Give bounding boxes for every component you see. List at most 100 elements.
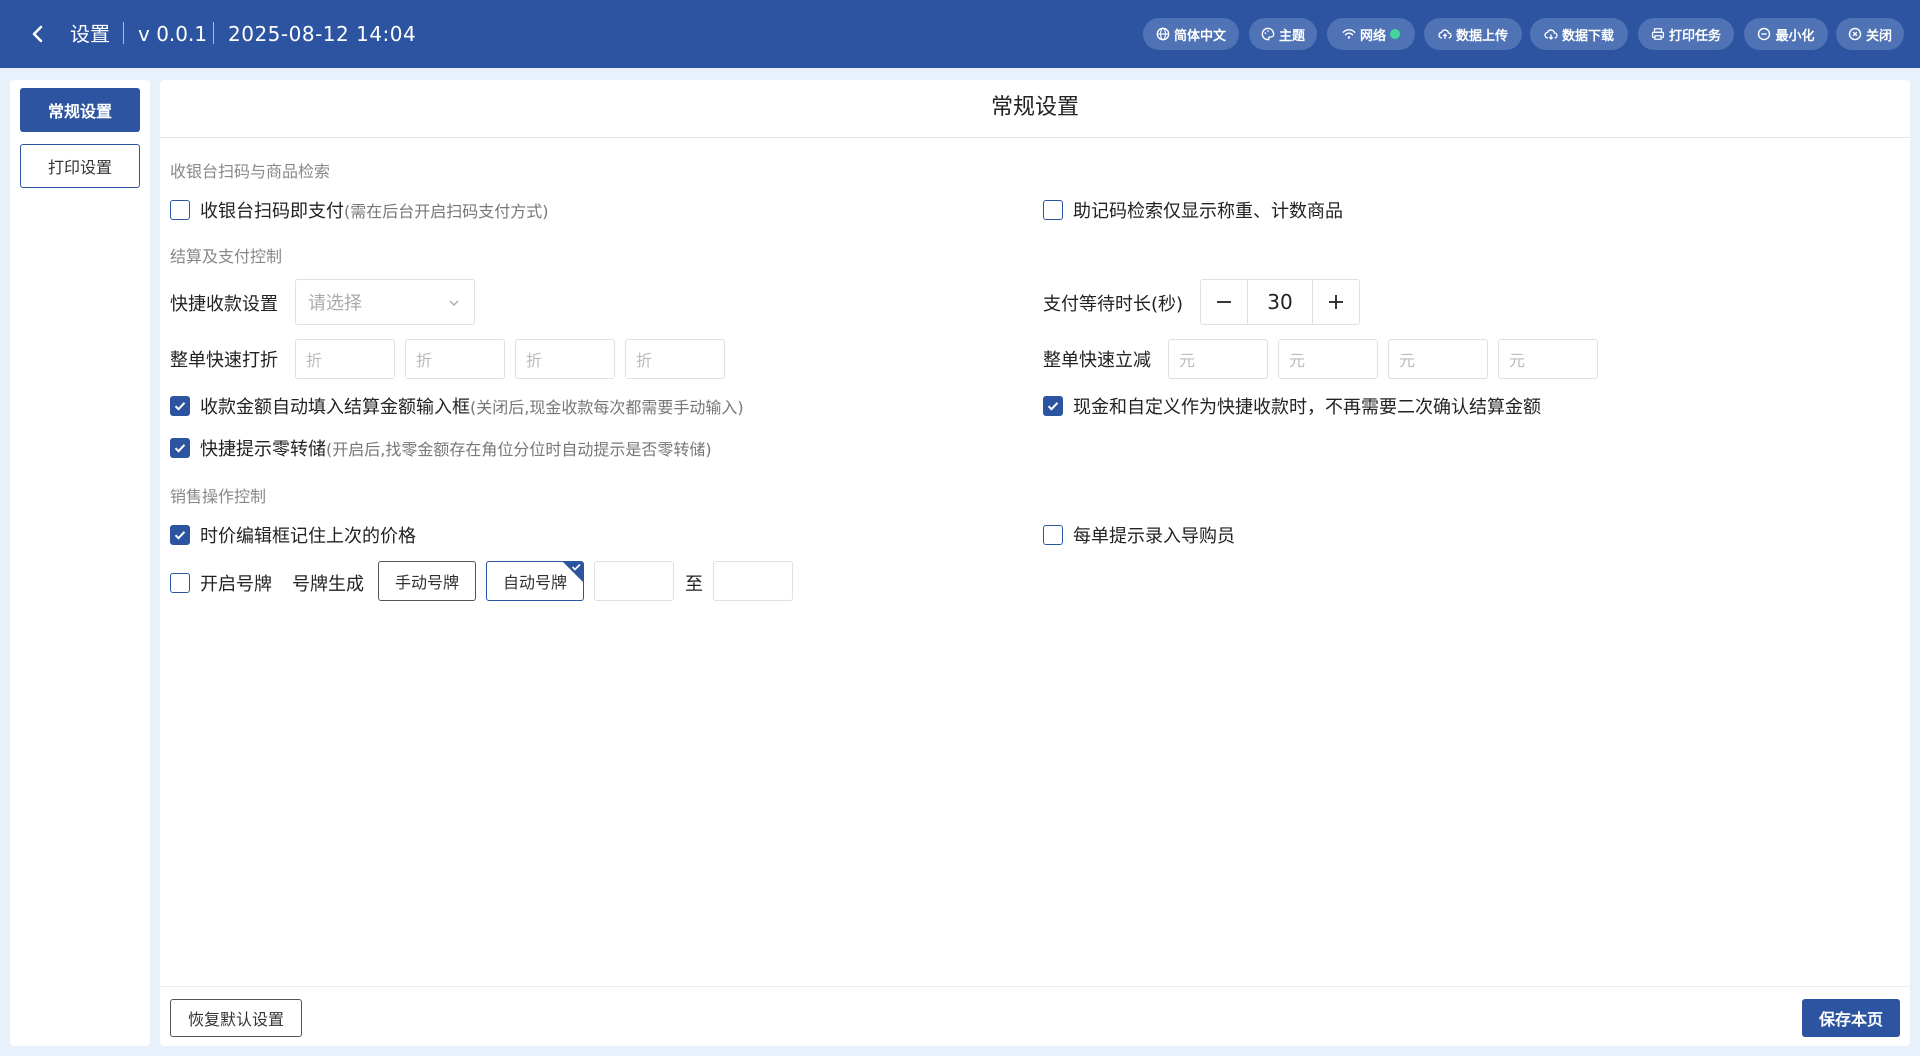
manual-plate-button[interactable]: 手动号牌 bbox=[378, 561, 476, 601]
reset-defaults-button[interactable]: 恢复默认设置 bbox=[170, 999, 302, 1037]
plate-gen-label: 号牌生成 bbox=[292, 574, 364, 595]
language-button[interactable]: 简体中文 bbox=[1143, 18, 1239, 50]
section-heading-checkout: 结算及支付控制 bbox=[170, 247, 283, 266]
checkbox-auto-fill[interactable] bbox=[170, 396, 190, 416]
download-label: 数据下载 bbox=[1561, 28, 1614, 44]
increment-button[interactable] bbox=[1313, 280, 1359, 324]
pay-wait-label: 支付等待时长(秒) bbox=[1043, 294, 1184, 315]
back-button[interactable] bbox=[24, 20, 52, 48]
discount-input[interactable]: 折 bbox=[515, 339, 615, 379]
panel-title: 常规设置 bbox=[160, 80, 1910, 138]
pay-wait-value[interactable]: 30 bbox=[1247, 280, 1313, 324]
theme-label: 主题 bbox=[1278, 28, 1305, 44]
discount-input[interactable]: 折 bbox=[405, 339, 505, 379]
chevron-left-icon bbox=[32, 25, 43, 43]
datetime-label: 2025-08-12 14:04 bbox=[228, 22, 417, 46]
checkbox-remember-price[interactable] bbox=[170, 525, 190, 545]
checkbox-number-plate[interactable] bbox=[170, 573, 190, 593]
checkbox-guide-prompt[interactable] bbox=[1043, 525, 1063, 545]
reduce-input[interactable]: 元 bbox=[1498, 339, 1598, 379]
auto-plate-button[interactable]: 自动号牌 bbox=[486, 561, 584, 601]
minus-icon bbox=[1217, 301, 1231, 303]
page-title: 设置 bbox=[70, 22, 110, 46]
check-icon bbox=[174, 402, 186, 411]
close-label: 关闭 bbox=[1865, 28, 1892, 44]
sidebar-item-print[interactable]: 打印设置 bbox=[20, 144, 140, 188]
palette-icon bbox=[1261, 27, 1275, 41]
select-placeholder: 请选择 bbox=[308, 293, 362, 314]
close-button[interactable]: 关闭 bbox=[1836, 18, 1904, 50]
option-label: 开启号牌 bbox=[200, 574, 272, 595]
pay-wait-stepper: 30 bbox=[1200, 279, 1360, 325]
chevron-down-icon bbox=[449, 300, 459, 306]
option-label: 快捷提示零转储 bbox=[200, 439, 326, 460]
close-icon bbox=[1848, 27, 1862, 41]
option-label: 收款金额自动填入结算金额输入框 bbox=[200, 397, 470, 418]
reduce-input[interactable]: 元 bbox=[1278, 339, 1378, 379]
language-label: 简体中文 bbox=[1173, 28, 1226, 44]
theme-button[interactable]: 主题 bbox=[1249, 18, 1317, 50]
discount-input[interactable]: 折 bbox=[625, 339, 725, 379]
download-button[interactable]: 数据下载 bbox=[1530, 18, 1628, 50]
printer-icon bbox=[1651, 28, 1665, 40]
section-heading-scan: 收银台扫码与商品检索 bbox=[170, 162, 331, 181]
option-label: 时价编辑框记住上次的价格 bbox=[200, 526, 416, 547]
checkbox-change-store[interactable] bbox=[170, 438, 190, 458]
option-label: 助记码检索仅显示称重、计数商品 bbox=[1073, 201, 1343, 222]
check-icon bbox=[1047, 402, 1059, 411]
decrement-button[interactable] bbox=[1201, 280, 1247, 324]
option-label: 每单提示录入导购员 bbox=[1073, 526, 1235, 547]
sidebar-item-general[interactable]: 常规设置 bbox=[20, 88, 140, 132]
option-mnemonic: 助记码检索仅显示称重、计数商品 bbox=[1043, 197, 1343, 223]
plus-icon bbox=[1329, 295, 1343, 309]
print-tasks-label: 打印任务 bbox=[1668, 28, 1721, 44]
plate-start-input[interactable] bbox=[594, 561, 674, 601]
minimize-icon bbox=[1758, 27, 1771, 41]
network-label: 网络 bbox=[1359, 28, 1386, 44]
divider bbox=[123, 22, 124, 44]
option-hint: (关闭后,现金收款每次都需要手动输入) bbox=[470, 398, 744, 417]
check-icon bbox=[571, 563, 581, 571]
auto-plate-label: 自动号牌 bbox=[502, 573, 567, 592]
checkbox-mnemonic[interactable] bbox=[1043, 200, 1063, 220]
option-hint: (需在后台开启扫码支付方式) bbox=[344, 202, 549, 221]
range-to-label: 至 bbox=[685, 574, 703, 595]
check-icon bbox=[174, 531, 186, 540]
divider bbox=[213, 22, 214, 44]
network-status-dot bbox=[1390, 29, 1400, 39]
option-label: 收银台扫码即支付 bbox=[200, 201, 344, 222]
wifi-icon bbox=[1342, 29, 1356, 39]
top-bar: 设置 v 0.0.1 2025-08-12 14:04 简体中文 主题 网络 数… bbox=[0, 0, 1920, 68]
reduce-input[interactable]: 元 bbox=[1388, 339, 1488, 379]
globe-icon bbox=[1156, 27, 1170, 41]
upload-button[interactable]: 数据上传 bbox=[1424, 18, 1522, 50]
discount-input[interactable]: 折 bbox=[295, 339, 395, 379]
option-remember-price: 时价编辑框记住上次的价格 bbox=[170, 522, 416, 548]
cloud-upload-icon bbox=[1438, 29, 1452, 39]
print-tasks-button[interactable]: 打印任务 bbox=[1638, 18, 1734, 50]
sidebar: 常规设置 打印设置 bbox=[10, 80, 150, 1046]
upload-label: 数据上传 bbox=[1455, 28, 1508, 44]
option-change-store: 快捷提示零转储 (开启后,找零金额存在角位分位时自动提示是否零转储) bbox=[170, 435, 712, 461]
plate-end-input[interactable] bbox=[713, 561, 793, 601]
network-button[interactable]: 网络 bbox=[1327, 18, 1415, 50]
settings-panel: 常规设置 收银台扫码与商品检索 收银台扫码即支付 (需在后台开启扫码支付方式) … bbox=[160, 80, 1910, 1046]
reduce-input[interactable]: 元 bbox=[1168, 339, 1268, 379]
option-scan-pay: 收银台扫码即支付 (需在后台开启扫码支付方式) bbox=[170, 197, 549, 223]
option-auto-fill: 收款金额自动填入结算金额输入框 (关闭后,现金收款每次都需要手动输入) bbox=[170, 393, 744, 419]
minimize-label: 最小化 bbox=[1775, 28, 1815, 44]
checkbox-cash-custom[interactable] bbox=[1043, 396, 1063, 416]
option-number-plate: 开启号牌 bbox=[170, 570, 272, 596]
option-hint: (开启后,找零金额存在角位分位时自动提示是否零转储) bbox=[326, 440, 712, 459]
footer-divider bbox=[160, 986, 1910, 987]
section-heading-sales: 销售操作控制 bbox=[170, 487, 267, 506]
reduce-label: 整单快速立减 bbox=[1043, 350, 1151, 371]
check-icon bbox=[174, 444, 186, 453]
checkbox-scan-pay[interactable] bbox=[170, 200, 190, 220]
minimize-button[interactable]: 最小化 bbox=[1744, 18, 1828, 50]
option-cash-custom: 现金和自定义作为快捷收款时，不再需要二次确认结算金额 bbox=[1043, 393, 1541, 419]
option-label: 现金和自定义作为快捷收款时，不再需要二次确认结算金额 bbox=[1073, 397, 1541, 418]
quick-pay-select[interactable]: 请选择 bbox=[295, 279, 475, 325]
save-page-button[interactable]: 保存本页 bbox=[1802, 999, 1900, 1037]
version-label: v 0.0.1 bbox=[138, 22, 208, 46]
